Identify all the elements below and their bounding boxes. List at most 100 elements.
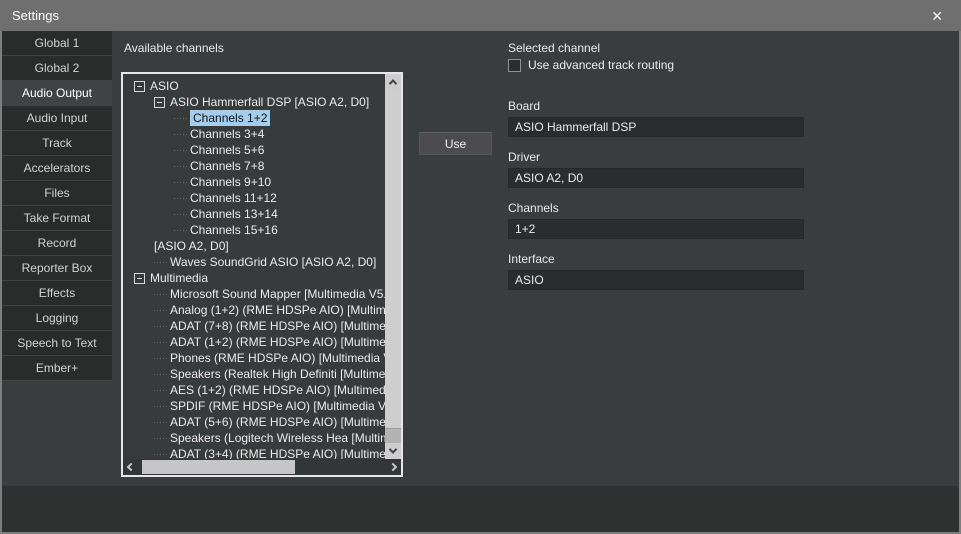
tree-item-label: Channels 15+16 <box>190 223 278 237</box>
sidebar-item-audio-output[interactable]: Audio Output <box>2 81 112 106</box>
sidebar-item-label: Audio Input <box>27 111 88 125</box>
vertical-scrollbar[interactable] <box>385 74 401 459</box>
tree-item-label: AES (1+2) (RME HDSPe AIO) [Multimedia V1 <box>170 383 385 397</box>
title-bar: Settings ✕ <box>0 0 961 31</box>
field-group: Interface <box>508 252 804 290</box>
tree-item-label: Channels 7+8 <box>190 159 264 173</box>
tree-item-speakers-realtek-high-definiti-multimedi[interactable]: Speakers (Realtek High Definiti [Multime… <box>123 366 385 382</box>
tree-connector-dots <box>154 438 168 439</box>
tree-item-adat-3-4-rme-hdspe-aio-multimedia-v[interactable]: ADAT (3+4) (RME HDSPe AIO) [Multimedia V <box>123 446 385 459</box>
collapse-minus-icon[interactable] <box>134 273 145 284</box>
horizontal-scroll-track[interactable] <box>139 459 385 475</box>
sidebar-item-global-1[interactable]: Global 1 <box>2 31 112 56</box>
vertical-scroll-track[interactable] <box>385 90 401 443</box>
sidebar-item-files[interactable]: Files <box>2 181 112 206</box>
tree-item-spdif-rme-hdspe-aio-multimedia-v10-0[interactable]: SPDIF (RME HDSPe AIO) [Multimedia V10.0] <box>123 398 385 414</box>
sidebar-item-label: Accelerators <box>24 161 91 175</box>
tree-connector-dots <box>174 182 188 183</box>
tree-item-waves-soundgrid-asio-asio-a2-d0[interactable]: Waves SoundGrid ASIO [ASIO A2, D0] <box>123 254 385 270</box>
scroll-up-button[interactable] <box>385 74 401 90</box>
tree-item-adat-5-6-rme-hdspe-aio-multimedia-v[interactable]: ADAT (5+6) (RME HDSPe AIO) [Multimedia V <box>123 414 385 430</box>
advanced-routing-checkbox[interactable] <box>508 59 521 72</box>
tree-item-multimedia[interactable]: Multimedia <box>123 270 385 286</box>
sidebar-item-label: Speech to Text <box>17 336 96 350</box>
tree-item-channels-5-6[interactable]: Channels 5+6 <box>123 142 385 158</box>
tree-item-microsoft-sound-mapper-multimedia-v5-0[interactable]: Microsoft Sound Mapper [Multimedia V5.0 <box>123 286 385 302</box>
sidebar-item-label: Ember+ <box>36 361 78 375</box>
tree-item-channels-9-10[interactable]: Channels 9+10 <box>123 174 385 190</box>
sidebar-item-global-2[interactable]: Global 2 <box>2 56 112 81</box>
scroll-left-button[interactable] <box>123 459 139 475</box>
tree-connector-dots <box>154 358 168 359</box>
channels-field[interactable] <box>508 219 804 239</box>
sidebar-item-speech-to-text[interactable]: Speech to Text <box>2 331 112 356</box>
sidebar-item-label: Track <box>42 136 72 150</box>
tree-connector-dots <box>154 294 168 295</box>
tree-connector-dots <box>154 390 168 391</box>
tree-item-label: ASIO Hammerfall DSP [ASIO A2, D0] <box>170 95 369 109</box>
tree-connector-dots <box>154 374 168 375</box>
settings-nav: Global 1 Global 2 Audio Output Audio Inp… <box>2 31 112 381</box>
tree-item-asio[interactable]: ASIO <box>123 78 385 94</box>
field-label: Interface <box>508 252 804 266</box>
collapse-minus-icon[interactable] <box>134 81 145 92</box>
tree-item-label: Channels 1+2 <box>190 110 270 126</box>
sidebar-item-audio-input[interactable]: Audio Input <box>2 106 112 131</box>
tree-item-channels-1-2[interactable]: Channels 1+2 <box>123 110 385 126</box>
sidebar-item-take-format[interactable]: Take Format <box>2 206 112 231</box>
tree-item-label: ASIO <box>150 79 179 93</box>
tree-item-channels-11-12[interactable]: Channels 11+12 <box>123 190 385 206</box>
tree-item-channels-7-8[interactable]: Channels 7+8 <box>123 158 385 174</box>
scroll-down-button[interactable] <box>385 443 401 459</box>
sidebar-item-label: Reporter Box <box>22 261 93 275</box>
close-icon[interactable]: ✕ <box>927 7 947 25</box>
tree-item-label: Channels 11+12 <box>190 191 277 205</box>
sidebar-item-track[interactable]: Track <box>2 131 112 156</box>
tree-connector-dots <box>154 454 168 455</box>
horizontal-scrollbar[interactable] <box>123 459 401 475</box>
sidebar-item-accelerators[interactable]: Accelerators <box>2 156 112 181</box>
tree-item-aes-1-2-rme-hdspe-aio-multimedia-v1[interactable]: AES (1+2) (RME HDSPe AIO) [Multimedia V1 <box>123 382 385 398</box>
scroll-right-button[interactable] <box>385 459 401 475</box>
sidebar-item-label: Logging <box>36 311 79 325</box>
tree-item-label: ADAT (5+6) (RME HDSPe AIO) [Multimedia V <box>170 415 385 429</box>
use-button[interactable]: Use <box>419 132 492 155</box>
chevron-left-icon <box>127 463 135 471</box>
board-field[interactable] <box>508 117 804 137</box>
tree-item-adat-7-8-rme-hdspe-aio-multimedia-v[interactable]: ADAT (7+8) (RME HDSPe AIO) [Multimedia V <box>123 318 385 334</box>
tree-item-phones-rme-hdspe-aio-multimedia-v10[interactable]: Phones (RME HDSPe AIO) [Multimedia V10. <box>123 350 385 366</box>
tree-item-asio-hammerfall-dsp-asio-a2-d0[interactable]: ASIO Hammerfall DSP [ASIO A2, D0] <box>123 94 385 110</box>
dialog-body: Global 1 Global 2 Audio Output Audio Inp… <box>2 31 959 532</box>
sidebar-item-label: Take Format <box>24 211 91 225</box>
tree-item-asio-a2-d0[interactable]: [ASIO A2, D0] <box>123 238 385 254</box>
sidebar-item-record[interactable]: Record <box>2 231 112 256</box>
sidebar-item-label: Global 2 <box>35 61 80 75</box>
tree-item-label: ADAT (3+4) (RME HDSPe AIO) [Multimedia V <box>170 447 385 459</box>
interface-field[interactable] <box>508 270 804 290</box>
driver-field[interactable] <box>508 168 804 188</box>
chevron-up-icon <box>389 79 397 87</box>
sidebar-item-label: Audio Output <box>22 86 92 100</box>
sidebar-item-logging[interactable]: Logging <box>2 306 112 331</box>
sidebar-item-label: Global 1 <box>35 36 80 50</box>
chevron-down-icon <box>389 445 397 453</box>
sidebar-item-reporter-box[interactable]: Reporter Box <box>2 256 112 281</box>
tree-item-analog-1-2-rme-hdspe-aio-multimedia[interactable]: Analog (1+2) (RME HDSPe AIO) [Multimedia <box>123 302 385 318</box>
tree-item-label: Microsoft Sound Mapper [Multimedia V5.0 <box>170 287 385 301</box>
sidebar-item-ember[interactable]: Ember+ <box>2 356 112 381</box>
tree-item-channels-15-16[interactable]: Channels 15+16 <box>123 222 385 238</box>
sidebar-item-label: Record <box>38 236 77 250</box>
tree-connector-dots <box>174 198 188 199</box>
tree-item-adat-1-2-rme-hdspe-aio-multimedia-v[interactable]: ADAT (1+2) (RME HDSPe AIO) [Multimedia V <box>123 334 385 350</box>
tree-item-speakers-logitech-wireless-hea-multimed[interactable]: Speakers (Logitech Wireless Hea [Multime… <box>123 430 385 446</box>
tree-item-label: ADAT (1+2) (RME HDSPe AIO) [Multimedia V <box>170 335 385 349</box>
sidebar-item-effects[interactable]: Effects <box>2 281 112 306</box>
field-group: Channels <box>508 201 804 239</box>
tree-item-channels-13-14[interactable]: Channels 13+14 <box>123 206 385 222</box>
horizontal-scroll-thumb[interactable] <box>142 460 295 474</box>
collapse-minus-icon[interactable] <box>154 97 165 108</box>
vertical-scroll-thumb[interactable] <box>385 90 401 429</box>
tree-connector-dots <box>174 230 188 231</box>
tree-item-channels-3-4[interactable]: Channels 3+4 <box>123 126 385 142</box>
advanced-routing-label[interactable]: Use advanced track routing <box>528 58 674 72</box>
